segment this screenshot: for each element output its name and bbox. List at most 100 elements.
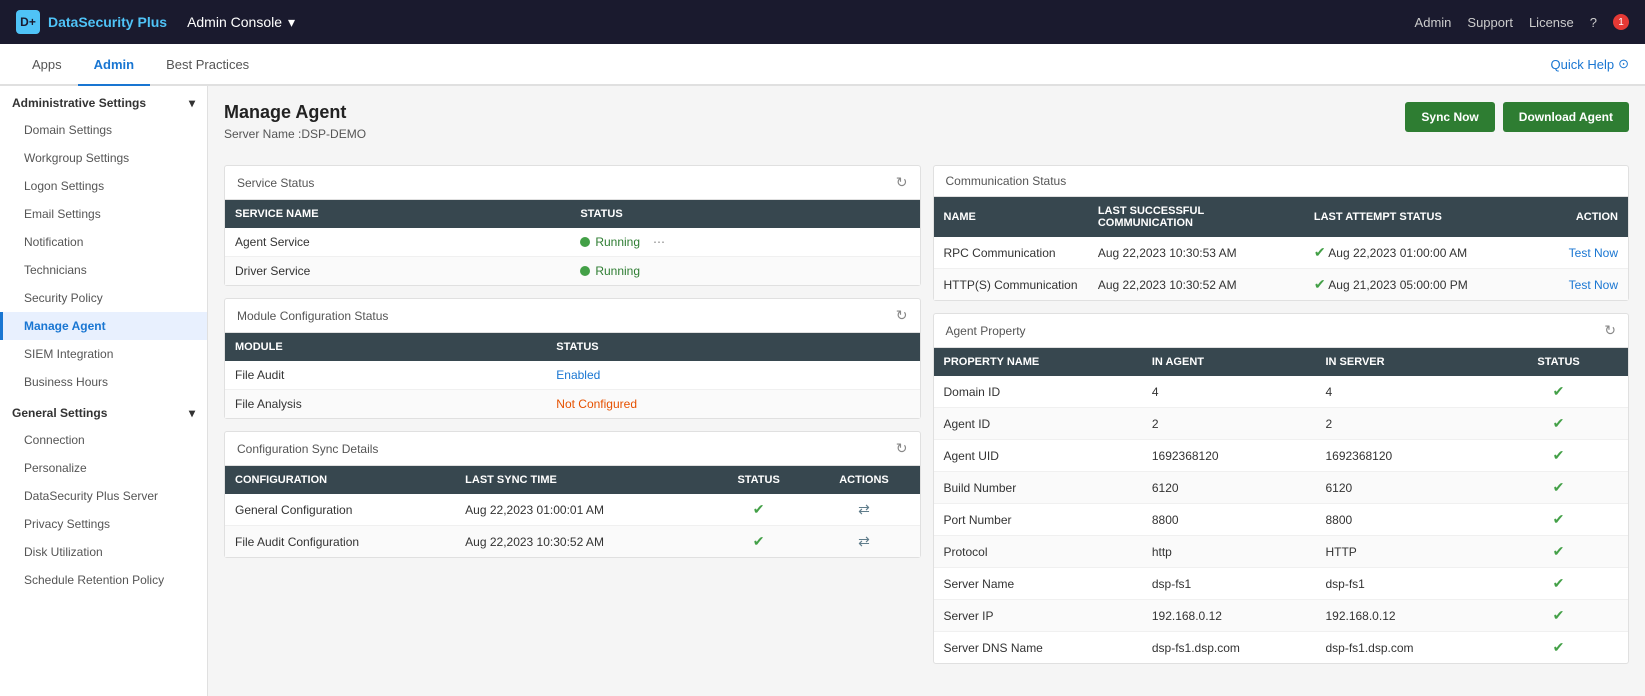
sidebar-item-email-settings[interactable]: Email Settings	[0, 200, 207, 228]
sidebar-item-technicians[interactable]: Technicians	[0, 256, 207, 284]
status-dot-green-icon	[580, 237, 590, 247]
download-agent-button[interactable]: Download Agent	[1503, 102, 1629, 132]
comm-https-name: HTTP(S) Communication	[934, 269, 1088, 301]
sidebar-item-notification[interactable]: Notification	[0, 228, 207, 256]
table-row: General Configuration Aug 22,2023 01:00:…	[225, 494, 920, 526]
agent-property-table: Property Name In Agent In Server Status …	[934, 348, 1629, 663]
page-header-area: Manage Agent Server Name :DSP-DEMO Sync …	[224, 102, 1629, 153]
check-green-prop-icon: ✔	[1553, 639, 1565, 655]
col-sync-status: Status	[709, 466, 809, 494]
service-status-refresh-icon[interactable]: ↻	[896, 174, 908, 191]
sidebar-item-logon-settings[interactable]: Logon Settings	[0, 172, 207, 200]
check-green-icon: ✔	[753, 501, 765, 517]
sidebar-item-privacy-settings[interactable]: Privacy Settings	[0, 510, 207, 538]
sidebar-item-domain-settings[interactable]: Domain Settings	[0, 116, 207, 144]
sidebar-item-connection[interactable]: Connection	[0, 426, 207, 454]
prop-in-server: 1692368120	[1315, 440, 1489, 472]
config-file-audit-sync-time: Aug 22,2023 10:30:52 AM	[455, 526, 709, 558]
col-action: Action	[1520, 197, 1628, 237]
top-right-nav: Admin Support License ? 1	[1415, 14, 1629, 30]
prop-name: Domain ID	[934, 376, 1142, 408]
module-config-refresh-icon[interactable]: ↻	[896, 307, 908, 324]
prop-in-agent: dsp-fs1	[1142, 568, 1316, 600]
sidebar-item-datasecurity-plus-server[interactable]: DataSecurity Plus Server	[0, 482, 207, 510]
prop-in-server: 192.168.0.12	[1315, 600, 1489, 632]
table-row: Agent Service Running ⋯	[225, 228, 920, 257]
module-file-audit: File Audit	[225, 361, 546, 390]
sync-action-icon-2[interactable]: ⇄	[858, 533, 870, 549]
col-module-status: Status	[546, 333, 919, 361]
test-now-https-button[interactable]: Test Now	[1569, 278, 1618, 292]
sidebar: Administrative Settings ▾ Domain Setting…	[0, 86, 208, 696]
prop-name: Build Number	[934, 472, 1142, 504]
table-row: Agent ID 2 2 ✔	[934, 408, 1629, 440]
admin-link[interactable]: Admin	[1415, 15, 1452, 30]
secondary-nav: Apps Admin Best Practices Quick Help ⊙	[0, 44, 1645, 86]
test-now-rpc-button[interactable]: Test Now	[1569, 246, 1618, 260]
col-last-success: Last Successful Communication	[1088, 197, 1304, 237]
sidebar-item-security-policy[interactable]: Security Policy	[0, 284, 207, 312]
col-last-sync: Last Sync Time	[455, 466, 709, 494]
module-file-analysis-status: Not Configured	[546, 390, 919, 419]
service-status-driver: Running	[570, 257, 919, 286]
sync-now-button[interactable]: Sync Now	[1405, 102, 1494, 132]
prop-in-agent: 4	[1142, 376, 1316, 408]
tab-apps[interactable]: Apps	[16, 44, 78, 86]
check-green-icon-2: ✔	[753, 533, 765, 549]
logo-text: DataSecurity Plus	[48, 14, 167, 30]
table-row: Port Number 8800 8800 ✔	[934, 504, 1629, 536]
prop-name: Agent ID	[934, 408, 1142, 440]
page-title: Manage Agent	[224, 102, 366, 123]
support-link[interactable]: Support	[1467, 15, 1513, 30]
prop-in-agent: 192.168.0.12	[1142, 600, 1316, 632]
sidebar-item-siem-integration[interactable]: SIEM Integration	[0, 340, 207, 368]
license-link[interactable]: License	[1529, 15, 1574, 30]
tab-best-practices[interactable]: Best Practices	[150, 44, 265, 86]
admin-section-collapse-icon[interactable]: ▾	[189, 96, 195, 110]
sidebar-item-schedule-retention-policy[interactable]: Schedule Retention Policy	[0, 566, 207, 594]
prop-in-agent: dsp-fs1.dsp.com	[1142, 632, 1316, 664]
sidebar-item-disk-utilization[interactable]: Disk Utilization	[0, 538, 207, 566]
col-in-server: In Server	[1315, 348, 1489, 376]
module-file-analysis: File Analysis	[225, 390, 546, 419]
prop-status: ✔	[1489, 504, 1628, 536]
comm-status-card: Communication Status Name Last Successfu…	[933, 165, 1630, 301]
prop-in-server: HTTP	[1315, 536, 1489, 568]
col-last-attempt: Last Attempt Status	[1304, 197, 1520, 237]
logo-icon: D+	[16, 10, 40, 34]
running-status-driver: Running	[580, 264, 909, 278]
module-config-header: Module Configuration Status ↻	[225, 299, 920, 333]
sidebar-item-business-hours[interactable]: Business Hours	[0, 368, 207, 396]
prop-name: Server Name	[934, 568, 1142, 600]
config-file-audit-action: ⇄	[808, 526, 919, 558]
sync-action-icon[interactable]: ⇄	[858, 501, 870, 517]
sidebar-item-manage-agent[interactable]: Manage Agent	[0, 312, 207, 340]
general-section-collapse-icon[interactable]: ▾	[189, 406, 195, 420]
table-row: Domain ID 4 4 ✔	[934, 376, 1629, 408]
more-options-icon[interactable]: ⋯	[653, 235, 665, 249]
check-green-prop-icon: ✔	[1553, 575, 1565, 591]
prop-in-server: 4	[1315, 376, 1489, 408]
module-config-title: Module Configuration Status	[237, 309, 388, 323]
notification-badge[interactable]: 1	[1613, 14, 1629, 30]
comm-https-last-attempt: ✔ Aug 21,2023 05:00:00 PM	[1304, 269, 1520, 301]
prop-name: Protocol	[934, 536, 1142, 568]
prop-in-server: 6120	[1315, 472, 1489, 504]
sidebar-item-personalize[interactable]: Personalize	[0, 454, 207, 482]
prop-name: Agent UID	[934, 440, 1142, 472]
table-row: Server DNS Name dsp-fs1.dsp.com dsp-fs1.…	[934, 632, 1629, 664]
prop-status: ✔	[1489, 376, 1628, 408]
config-sync-refresh-icon[interactable]: ↻	[896, 440, 908, 457]
tab-admin[interactable]: Admin	[78, 44, 150, 86]
service-status-card: Service Status ↻ Service Name Status	[224, 165, 921, 286]
config-sync-card: Configuration Sync Details ↻ Configurati…	[224, 431, 921, 558]
prop-name: Server DNS Name	[934, 632, 1142, 664]
app-selector[interactable]: Admin Console ▾	[187, 14, 295, 31]
table-row: File Audit Enabled	[225, 361, 920, 390]
prop-name: Port Number	[934, 504, 1142, 536]
sidebar-item-workgroup-settings[interactable]: Workgroup Settings	[0, 144, 207, 172]
agent-property-refresh-icon[interactable]: ↻	[1604, 322, 1616, 339]
help-link[interactable]: ?	[1590, 15, 1597, 30]
quick-help[interactable]: Quick Help ⊙	[1551, 56, 1629, 72]
prop-in-server: 2	[1315, 408, 1489, 440]
